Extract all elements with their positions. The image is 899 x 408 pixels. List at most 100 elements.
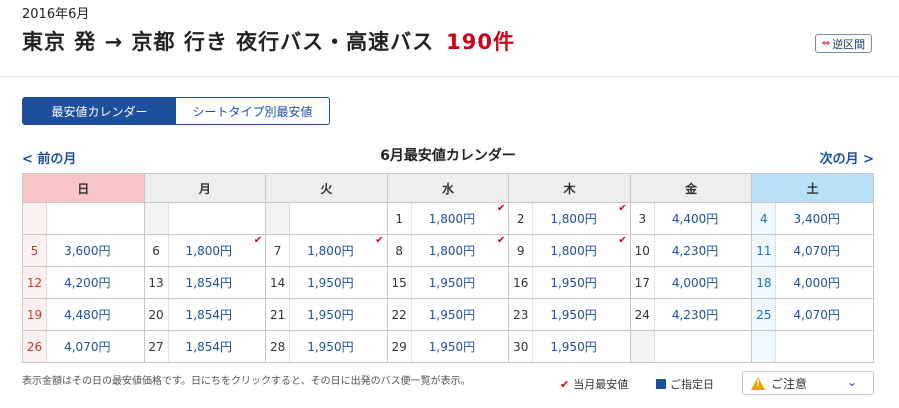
day-number: 7 bbox=[266, 235, 291, 266]
day-price[interactable]: 3,600円 bbox=[47, 235, 144, 266]
calendar-day-cell[interactable]: 25 4,070円 bbox=[751, 298, 874, 331]
calendar-day-cell[interactable]: 4 3,400円 bbox=[751, 202, 874, 235]
calendar-day-cell[interactable]: 29 1,950円 bbox=[386, 330, 510, 363]
page-header: 2016年6月 東京 発 → 京都 行き 夜行バス・高速バス 190件 ⇔ 逆区間 bbox=[0, 0, 899, 77]
day-number bbox=[23, 203, 47, 234]
day-price[interactable]: 4,070円 bbox=[47, 331, 144, 362]
calendar-day-cell[interactable]: 26 4,070円 bbox=[22, 330, 145, 363]
day-price bbox=[169, 203, 266, 234]
lowest-price-check-icon: ✔ bbox=[618, 203, 627, 214]
calendar-day-cell[interactable]: 1 1,800円 ✔ bbox=[386, 202, 510, 235]
tab-lowest-price-calendar[interactable]: 最安値カレンダー bbox=[23, 98, 176, 124]
day-price[interactable]: 4,480円 bbox=[47, 299, 144, 330]
notice-dropdown[interactable]: ! ご注意 ⌄ bbox=[742, 371, 874, 395]
day-number: 27 bbox=[145, 331, 169, 362]
tab-seat-type-lowest[interactable]: シートタイプ別最安値 bbox=[176, 98, 329, 124]
day-price[interactable]: 4,000円 bbox=[655, 267, 752, 298]
day-price[interactable]: 4,000円 bbox=[776, 267, 873, 298]
day-number: 20 bbox=[145, 299, 169, 330]
checkmark-icon: ✔ bbox=[560, 377, 570, 391]
day-number bbox=[144, 203, 169, 234]
calendar-day-cell[interactable]: 23 1,950円 bbox=[508, 298, 631, 331]
blue-square-icon bbox=[656, 379, 666, 389]
calendar-day-cell[interactable]: 30 1,950円 bbox=[508, 330, 631, 363]
calendar-day-cell[interactable]: 10 4,230円 bbox=[629, 234, 753, 267]
day-price[interactable]: 1,950円 bbox=[412, 299, 509, 330]
calendar-day-cell[interactable]: 2 1,800円 ✔ bbox=[508, 202, 631, 235]
period-label: 2016年6月 bbox=[22, 7, 90, 22]
warning-icon: ! bbox=[751, 376, 765, 390]
day-number: 1 bbox=[388, 203, 412, 234]
day-number: 15 bbox=[388, 267, 412, 298]
day-price[interactable]: 1,950円 bbox=[533, 331, 630, 362]
calendar-day-cell[interactable]: 22 1,950円 bbox=[386, 298, 510, 331]
calendar-week-row: 19 4,480円 20 1,854円 21 1,950円 22 1,950円 23 1,950円… bbox=[22, 298, 874, 331]
calendar-day-cell[interactable]: 5 3,600円 bbox=[22, 234, 145, 267]
day-number: 6 bbox=[145, 235, 169, 266]
day-price[interactable]: 1,854円 bbox=[169, 267, 266, 298]
calendar-day-cell[interactable]: 18 4,000円 bbox=[751, 266, 874, 299]
day-number: 2 bbox=[509, 203, 534, 234]
day-number bbox=[752, 331, 777, 362]
next-month-link[interactable]: 次の月 > bbox=[820, 148, 874, 167]
day-price[interactable]: 4,070円 bbox=[776, 299, 873, 330]
day-price[interactable]: 1,800円 bbox=[533, 203, 630, 234]
day-price[interactable]: 1,800円 bbox=[412, 203, 509, 234]
calendar-day-cell[interactable]: 7 1,800円 ✔ bbox=[265, 234, 388, 267]
day-price[interactable]: 1,950円 bbox=[412, 267, 509, 298]
calendar-day-cell[interactable]: 24 4,230円 bbox=[629, 298, 753, 331]
day-price[interactable]: 4,070円 bbox=[776, 235, 873, 266]
calendar-empty-cell bbox=[143, 202, 267, 235]
day-price[interactable]: 1,800円 bbox=[169, 235, 266, 266]
route-title: 東京 発 → 京都 行き 夜行バス・高速バス bbox=[22, 30, 435, 54]
weekday-header-sun: 日 bbox=[22, 173, 145, 203]
reverse-route-button[interactable]: ⇔ 逆区間 bbox=[815, 34, 872, 53]
calendar-day-cell[interactable]: 17 4,000円 bbox=[629, 266, 753, 299]
day-price[interactable]: 1,950円 bbox=[412, 331, 509, 362]
calendar-day-cell[interactable]: 19 4,480円 bbox=[22, 298, 145, 331]
day-number: 21 bbox=[266, 299, 291, 330]
day-price[interactable]: 1,950円 bbox=[290, 331, 387, 362]
day-price bbox=[290, 203, 387, 234]
day-price[interactable]: 4,230円 bbox=[655, 299, 752, 330]
day-price[interactable]: 1,950円 bbox=[290, 267, 387, 298]
weekday-header-sat: 土 bbox=[751, 173, 874, 203]
calendar-day-cell[interactable]: 3 4,400円 bbox=[629, 202, 753, 235]
calendar-day-cell[interactable]: 13 1,854円 bbox=[143, 266, 267, 299]
day-number bbox=[266, 203, 291, 234]
calendar-day-cell[interactable]: 12 4,200円 bbox=[22, 266, 145, 299]
day-number: 28 bbox=[266, 331, 291, 362]
calendar-day-cell[interactable]: 15 1,950円 bbox=[386, 266, 510, 299]
day-price[interactable]: 1,854円 bbox=[169, 331, 266, 362]
calendar-week-row: 12 4,200円 13 1,854円 14 1,950円 15 1,950円 16 1,950円… bbox=[22, 266, 874, 299]
day-price[interactable]: 4,200円 bbox=[47, 267, 144, 298]
day-price[interactable]: 1,800円 bbox=[290, 235, 387, 266]
calendar-day-cell[interactable]: 6 1,800円 ✔ bbox=[143, 234, 267, 267]
calendar-day-cell[interactable]: 21 1,950円 bbox=[265, 298, 388, 331]
calendar-day-cell[interactable]: 11 4,070円 bbox=[751, 234, 874, 267]
weekday-header-thu: 木 bbox=[508, 173, 631, 203]
calendar-day-cell[interactable]: 9 1,800円 ✔ bbox=[508, 234, 631, 267]
day-price[interactable]: 1,950円 bbox=[290, 299, 387, 330]
day-price[interactable]: 4,400円 bbox=[655, 203, 752, 234]
day-price[interactable]: 1,950円 bbox=[533, 299, 630, 330]
price-calendar: 日 月 火 水 木 金 土 1 1,800円 ✔ 2 1,800円 ✔ 3 4,400円 4 3,… bbox=[22, 173, 874, 363]
lowest-price-check-icon: ✔ bbox=[496, 235, 506, 246]
day-price[interactable]: 4,230円 bbox=[655, 235, 752, 266]
calendar-day-cell[interactable]: 28 1,950円 bbox=[265, 330, 388, 363]
day-price[interactable]: 1,854円 bbox=[169, 299, 266, 330]
day-price[interactable]: 1,800円 bbox=[412, 235, 509, 266]
calendar-day-cell[interactable]: 14 1,950円 bbox=[265, 266, 388, 299]
calendar-day-cell[interactable]: 20 1,854円 bbox=[143, 298, 267, 331]
day-price[interactable]: 1,950円 bbox=[533, 267, 630, 298]
day-price[interactable]: 1,800円 bbox=[533, 235, 630, 266]
day-number: 14 bbox=[266, 267, 291, 298]
legend-selected-label: ご指定日 bbox=[670, 378, 714, 391]
calendar-day-cell[interactable]: 27 1,854円 bbox=[143, 330, 267, 363]
calendar-day-cell[interactable]: 16 1,950円 bbox=[508, 266, 631, 299]
day-price[interactable]: 3,400円 bbox=[776, 203, 873, 234]
page-title: 東京 発 → 京都 行き 夜行バス・高速バス 190件 bbox=[22, 26, 515, 56]
calendar-day-cell[interactable]: 8 1,800円 ✔ bbox=[386, 234, 510, 267]
day-number: 8 bbox=[388, 235, 412, 266]
lowest-price-check-icon: ✔ bbox=[496, 203, 506, 214]
